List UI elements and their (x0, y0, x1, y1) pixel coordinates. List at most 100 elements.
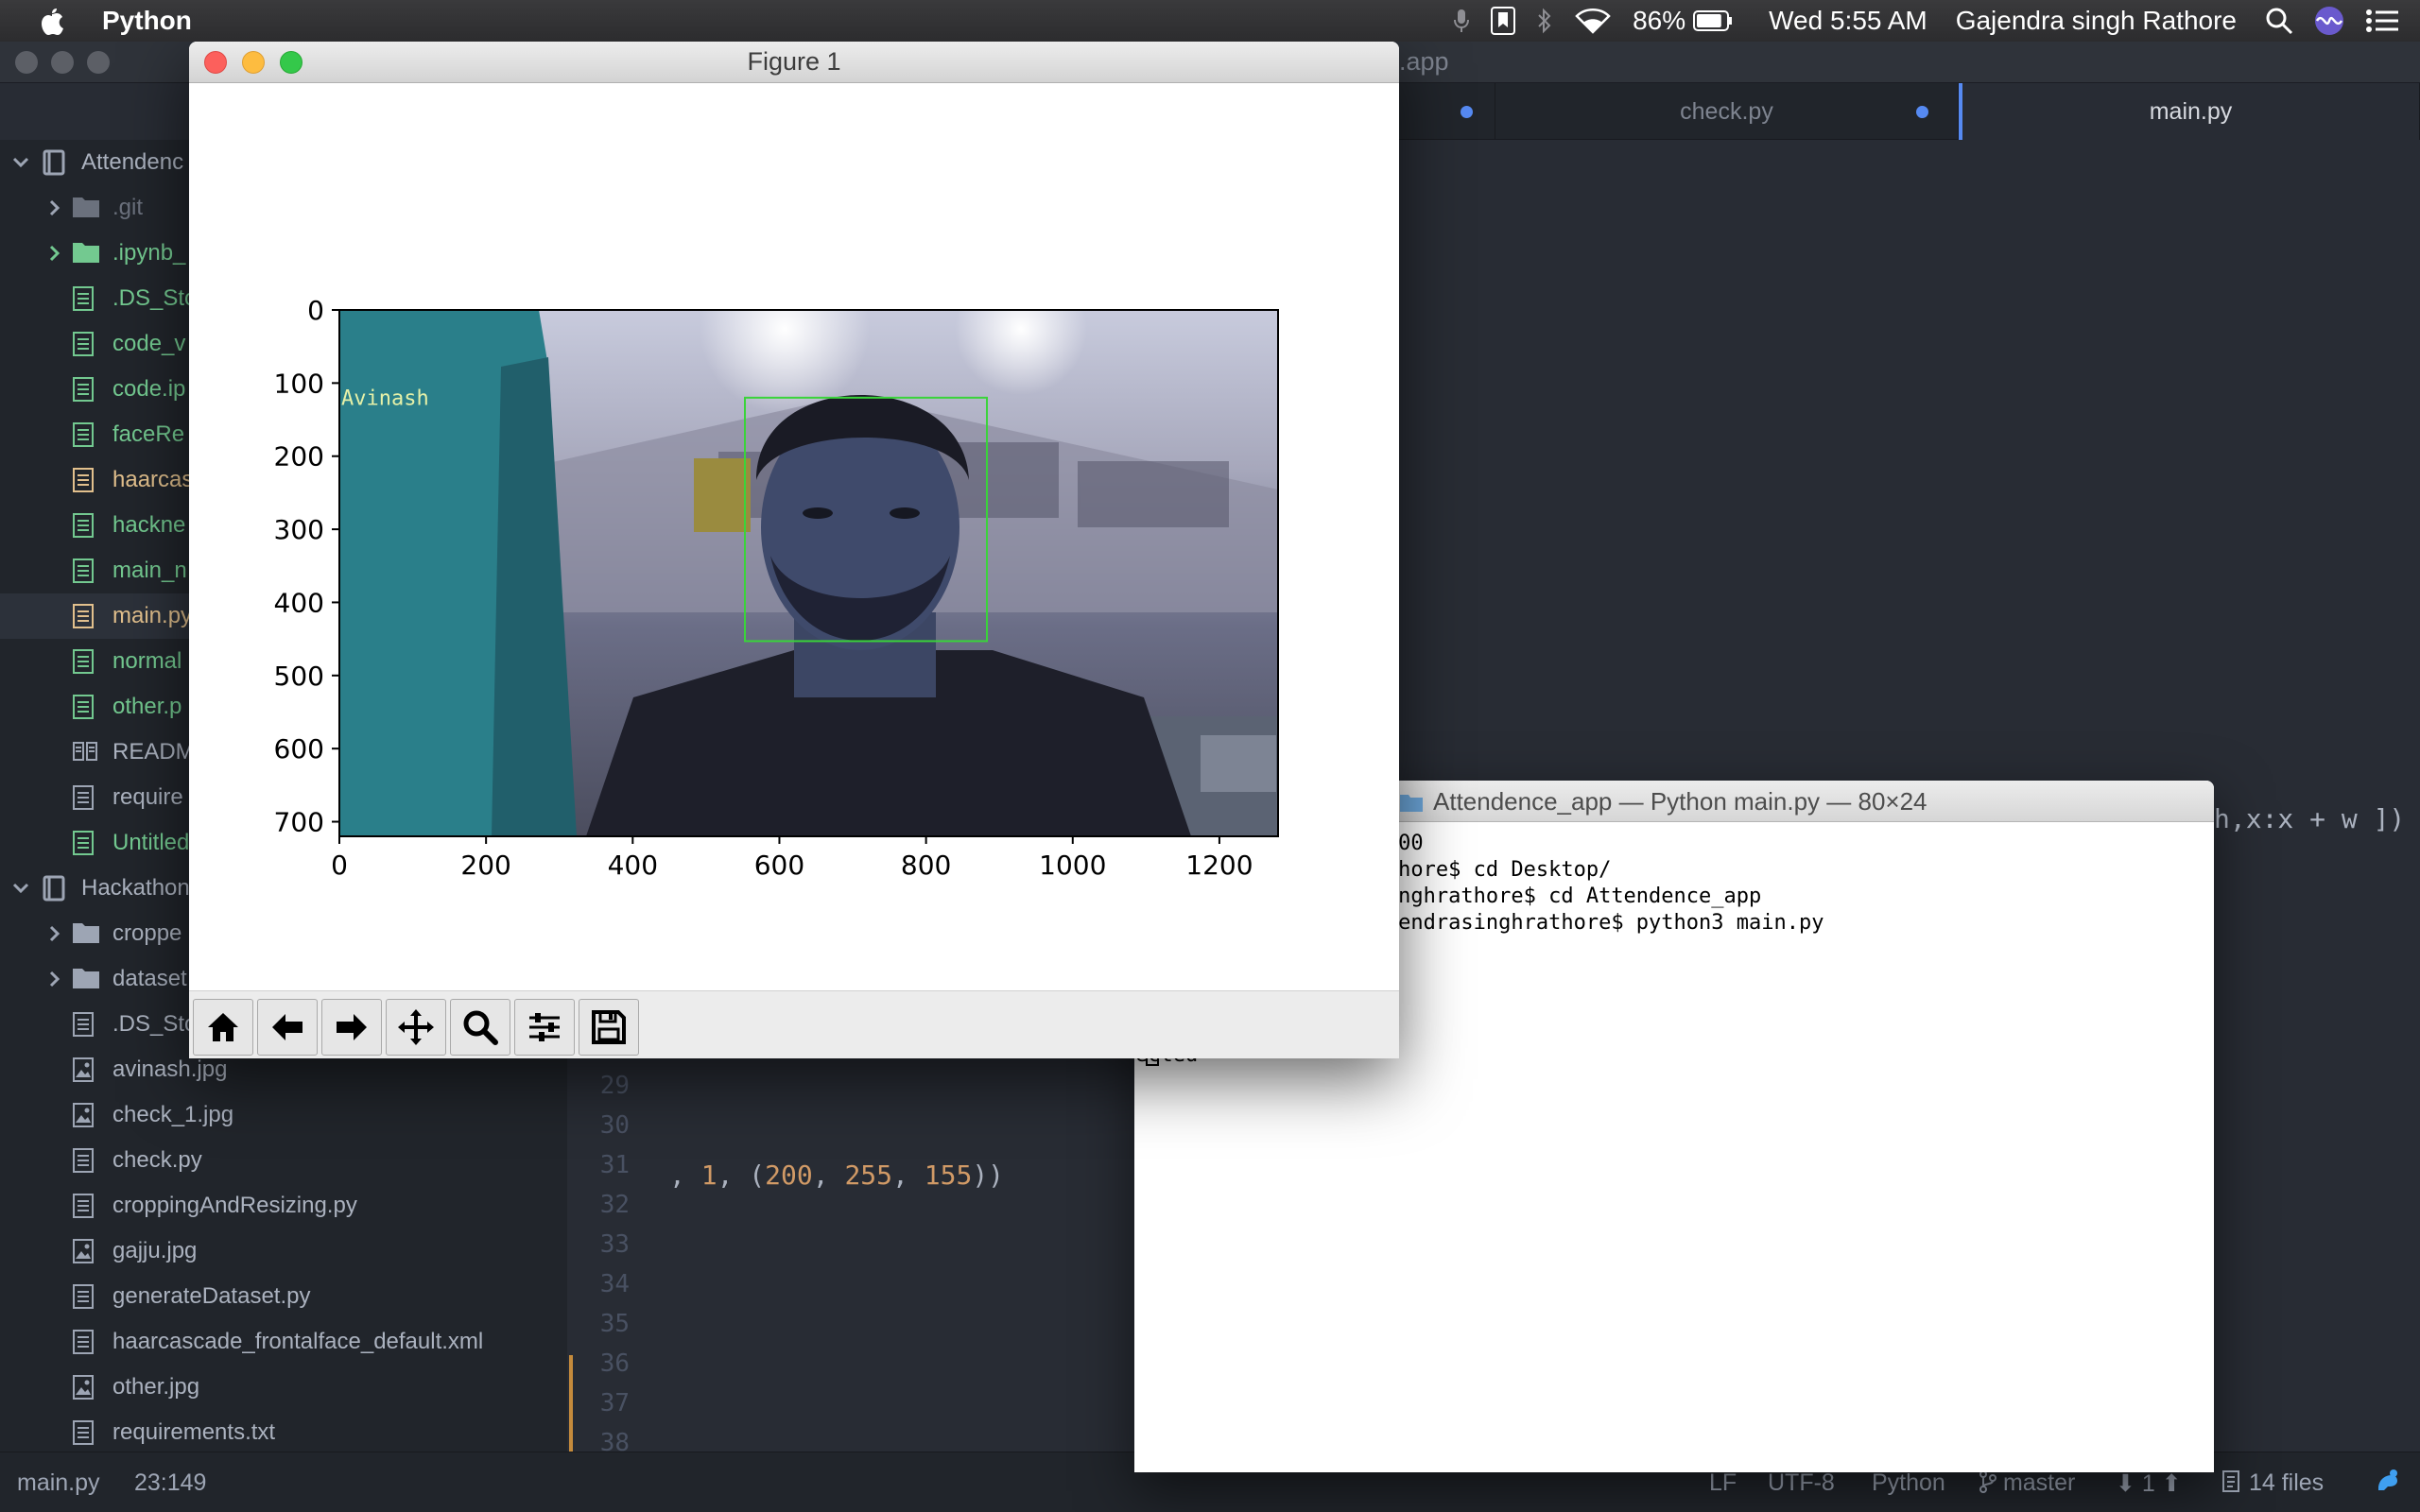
tree-item-label: generateDataset.py (112, 1283, 311, 1309)
line-number: 36 (599, 1349, 630, 1378)
battery-percent[interactable]: 86% (1633, 6, 1685, 36)
tree-item-label: haarcas (112, 467, 194, 492)
tree-file[interactable]: requirements.txt (0, 1410, 567, 1455)
notification-center-icon[interactable] (2365, 8, 2399, 34)
status-file-path[interactable]: main.py (17, 1469, 100, 1497)
text-file-icon (72, 694, 95, 720)
zoom-button[interactable] (87, 51, 110, 74)
line-number: 29 (599, 1072, 630, 1100)
line-number: 33 (599, 1230, 630, 1259)
text-file-icon (72, 558, 95, 584)
text-file-icon (72, 467, 95, 493)
tree-file[interactable]: haarcascade_frontalface_default.xml (0, 1319, 567, 1365)
arrow-up-icon: ⬆ (2161, 1470, 2182, 1497)
menubar-clock[interactable]: Wed 5:55 AM (1769, 6, 1927, 36)
save-button[interactable] (579, 999, 639, 1056)
status-files[interactable]: 14 files (2221, 1469, 2324, 1497)
code-line-32[interactable]: , 1, (200, 255, 155)) (669, 1160, 1004, 1191)
text-file-icon (72, 1147, 95, 1174)
figure-toolbar (189, 990, 1399, 1058)
x-tick-label: 200 (460, 850, 510, 881)
plot-canvas[interactable]: 0 200 400 600 800 1000 1200 0 100 200 300 400 500 600… (189, 83, 1399, 990)
squirrel-update-icon[interactable] (2373, 1466, 2401, 1501)
tree-item-label: other.p (112, 694, 182, 719)
figure-window[interactable]: Figure 1 0 200 400 600 800 1000 1200 0 1… (189, 42, 1399, 1058)
pan-button[interactable] (386, 999, 446, 1056)
modified-dot-icon (1916, 106, 1928, 118)
tree-item-label: main_n (112, 558, 187, 583)
tree-item-label: code_v (112, 331, 186, 356)
text-file-icon (72, 648, 95, 675)
chevron-down-icon[interactable] (11, 879, 30, 898)
back-button[interactable] (257, 999, 318, 1056)
bookmark-icon[interactable] (1491, 7, 1516, 35)
image-file-icon (72, 1057, 95, 1083)
text-file-icon (72, 1329, 95, 1355)
battery-icon[interactable] (1693, 10, 1733, 31)
x-tick-label: 600 (754, 850, 804, 881)
git-branch-icon (1979, 1470, 1996, 1493)
line-number: 35 (599, 1310, 630, 1338)
tree-file[interactable]: generateDataset.py (0, 1274, 567, 1319)
configure-subplots-button[interactable] (514, 999, 575, 1056)
siri-icon[interactable] (2314, 6, 2344, 36)
line-number-gutter: 2930313233343536373839 (567, 1072, 671, 1497)
tree-file[interactable]: gajju.jpg (0, 1228, 567, 1274)
image-file-icon (72, 1238, 95, 1264)
tree-file[interactable]: check.py (0, 1138, 567, 1183)
line-number: 37 (599, 1389, 630, 1418)
home-button[interactable] (193, 999, 253, 1056)
close-button[interactable] (15, 51, 38, 74)
forward-arrow-icon (337, 1014, 367, 1040)
tree-item-label: .ipynb_ (112, 240, 186, 266)
tree-item-label: READM (112, 739, 195, 765)
apple-icon[interactable] (38, 5, 66, 37)
tab-main-py[interactable]: main.py (1959, 83, 2420, 140)
tree-file[interactable]: croppingAndResizing.py (0, 1183, 567, 1228)
app-menu[interactable]: Python (102, 6, 192, 36)
minimize-button[interactable] (51, 51, 74, 74)
code-line-fragment[interactable]: h,x:x + w ]) (2214, 803, 2405, 834)
status-branch[interactable]: master (1979, 1469, 2075, 1497)
tree-item-label: requirements.txt (112, 1419, 276, 1445)
bluetooth-icon[interactable] (1536, 8, 1553, 34)
arrow-down-icon: ⬇ (2116, 1470, 2135, 1497)
chevron-right-icon[interactable] (45, 924, 64, 943)
text-file-icon (72, 830, 95, 856)
chevron-right-icon[interactable] (45, 244, 64, 263)
microphone-icon[interactable] (1453, 9, 1470, 33)
tree-file[interactable]: other.jpg (0, 1365, 567, 1410)
modified-dot-icon (1461, 106, 1473, 118)
chevron-right-icon[interactable] (45, 198, 64, 217)
tab-check-py[interactable]: check.py (1495, 83, 1959, 140)
x-tick-label: 0 (331, 850, 348, 881)
text-file-icon (72, 421, 95, 448)
forward-button[interactable] (321, 999, 382, 1056)
line-number: 30 (599, 1111, 630, 1140)
status-encoding[interactable]: UTF-8 (1768, 1469, 1835, 1497)
status-line-ending[interactable]: LF (1709, 1469, 1737, 1497)
status-cursor-position[interactable]: 23:149 (134, 1469, 206, 1497)
pan-icon (398, 1009, 434, 1045)
tree-item-label: croppe (112, 920, 182, 946)
chevron-down-icon[interactable] (11, 153, 30, 172)
search-icon[interactable] (2265, 7, 2293, 35)
tree-item-label: check.py (112, 1147, 202, 1173)
editor-window-title: .app (1399, 47, 1449, 76)
y-tick-label: 400 (274, 587, 324, 618)
chevron-right-icon[interactable] (45, 970, 64, 988)
zoom-rect-button[interactable] (450, 999, 510, 1056)
configure-subplots-icon (529, 1013, 560, 1041)
y-tick-label: 700 (274, 807, 324, 838)
x-tick-label: 1000 (1039, 850, 1106, 881)
text-file-icon (72, 1011, 95, 1038)
text-file-icon (72, 376, 95, 403)
tree-file[interactable]: check_1.jpg (0, 1092, 567, 1138)
menubar-user[interactable]: Gajendra singh Rathore (1956, 6, 2237, 36)
tree-item-label: Hackathon (81, 875, 190, 901)
tree-item-label: dataset (112, 966, 187, 991)
figure-title: Figure 1 (747, 47, 841, 76)
wifi-icon[interactable] (1574, 8, 1612, 34)
status-grammar[interactable]: Python (1872, 1469, 1945, 1497)
status-git-commits[interactable]: ⬇ 1 ⬆ (2116, 1469, 2182, 1498)
